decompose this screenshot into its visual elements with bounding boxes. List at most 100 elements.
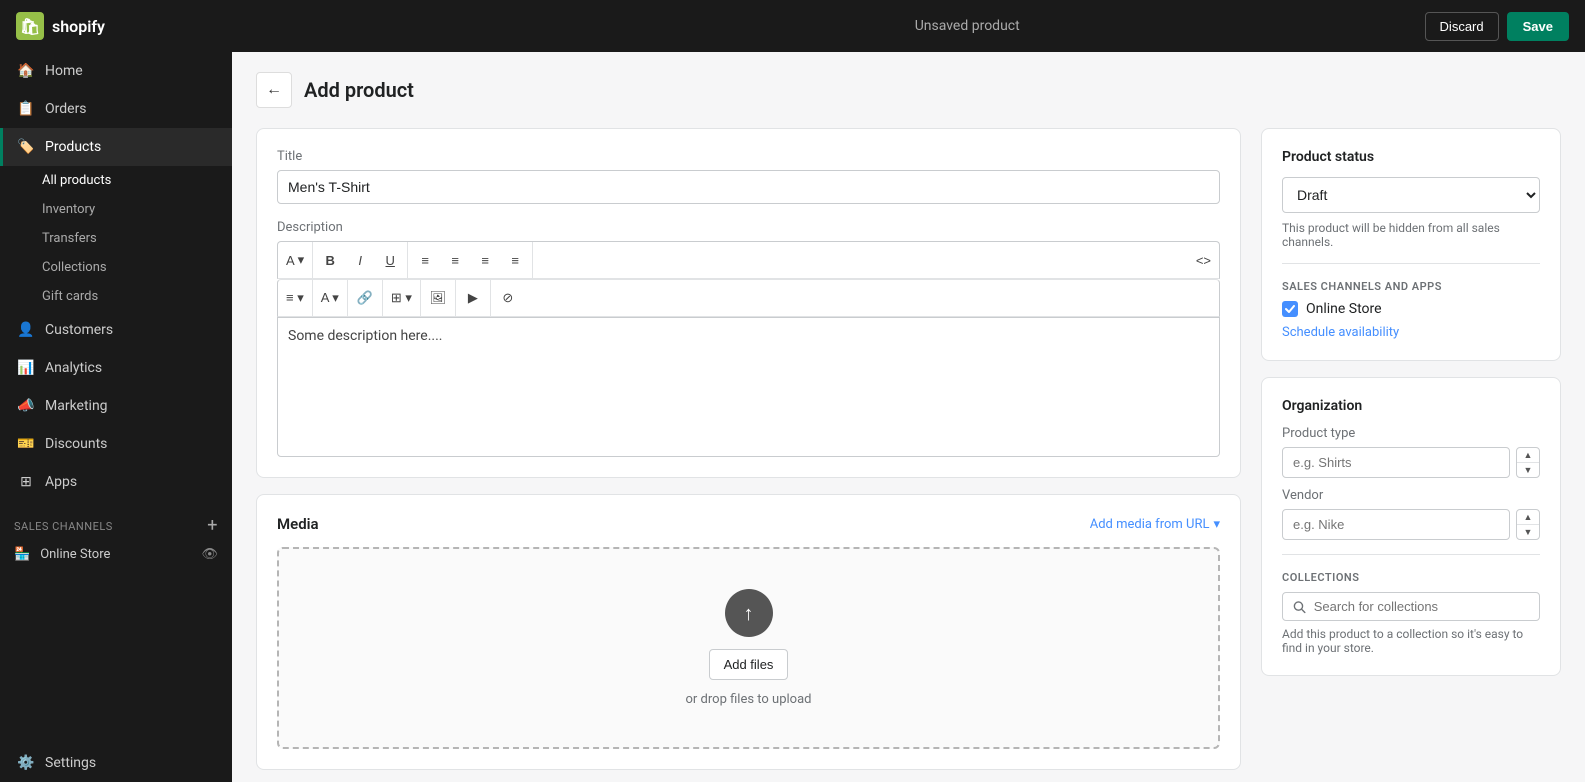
- sidebar-item-marketing[interactable]: 📣 Marketing: [0, 387, 232, 425]
- add-sales-channel-button[interactable]: +: [207, 517, 218, 535]
- sidebar-sublabel-all-products: All products: [42, 173, 111, 188]
- link-button[interactable]: 🔗: [350, 284, 380, 312]
- sidebar: 🏠 Home 📋 Orders 🏷️ Products All products…: [0, 52, 232, 782]
- top-navigation: 🛍 shopify Unsaved product Discard Save: [0, 0, 1585, 52]
- product-type-input[interactable]: [1282, 447, 1510, 478]
- check-icon: [1285, 305, 1295, 313]
- vendor-stepper-down[interactable]: ▼: [1517, 525, 1539, 539]
- sales-channels-label: SALES CHANNELS: [14, 520, 113, 533]
- sidebar-item-products[interactable]: 🏷️ Products: [0, 128, 232, 166]
- product-status-title: Product status: [1282, 149, 1540, 165]
- add-files-button[interactable]: Add files: [709, 649, 789, 680]
- collections-search[interactable]: [1282, 592, 1540, 621]
- vendor-row: ▲ ▼: [1282, 509, 1540, 540]
- product-status-card: Product status Draft Active This product…: [1261, 128, 1561, 361]
- color-button[interactable]: A ▾: [315, 284, 345, 312]
- collections-hint: Add this product to a collection so it's…: [1282, 627, 1540, 655]
- save-button[interactable]: Save: [1507, 12, 1569, 41]
- media-title: Media: [277, 515, 319, 533]
- toolbar-group-font: A ▾: [278, 242, 313, 278]
- product-type-row: ▲ ▼: [1282, 447, 1540, 478]
- sidebar-label-settings: Settings: [45, 755, 96, 771]
- sidebar-item-discounts[interactable]: 🎫 Discounts: [0, 425, 232, 463]
- editor-toolbar-row1: A ▾ B I U ≡ ≡: [277, 241, 1220, 279]
- org-divider: [1282, 554, 1540, 555]
- vendor-stepper[interactable]: ▲ ▼: [1516, 509, 1540, 540]
- content-grid: Title Description A ▾: [256, 128, 1561, 782]
- stepper-up[interactable]: ▲: [1517, 448, 1539, 463]
- align-center-button[interactable]: ≡: [440, 246, 470, 274]
- online-store-label: Online Store: [40, 547, 110, 562]
- sidebar-subitem-transfers[interactable]: Transfers: [0, 224, 232, 253]
- editor-toolbar-row2: ≡ ▾ A ▾ 🔗 ⊞ ▾ �: [277, 279, 1220, 317]
- font-label: A: [286, 253, 295, 268]
- underline-button[interactable]: U: [375, 246, 405, 274]
- marketing-icon: 📣: [17, 397, 35, 415]
- title-input[interactable]: [277, 170, 1220, 204]
- font-dropdown-arrow: ▾: [298, 252, 305, 268]
- sidebar-item-home[interactable]: 🏠 Home: [0, 52, 232, 90]
- sidebar-subitem-collections[interactable]: Collections: [0, 253, 232, 282]
- code-button[interactable]: <>: [1190, 246, 1217, 274]
- schedule-availability-link[interactable]: Schedule availability: [1282, 325, 1399, 340]
- organization-title: Organization: [1282, 398, 1540, 414]
- clear-format-button[interactable]: ⊘: [493, 284, 523, 312]
- vendor-stepper-up[interactable]: ▲: [1517, 510, 1539, 525]
- page-unsaved-title: Unsaved product: [915, 18, 1020, 34]
- align-right-button[interactable]: ≡: [470, 246, 500, 274]
- text-align-button[interactable]: ≡ ▾: [280, 284, 310, 312]
- sidebar-bottom: ⚙️ Settings: [0, 744, 232, 782]
- home-icon: 🏠: [17, 62, 35, 80]
- online-store-checkbox-row: Online Store: [1282, 301, 1540, 317]
- discounts-icon: 🎫: [17, 435, 35, 453]
- description-editor[interactable]: Some description here....: [277, 317, 1220, 457]
- font-button[interactable]: A ▾: [280, 246, 310, 274]
- discard-button[interactable]: Discard: [1425, 12, 1499, 41]
- stepper-down[interactable]: ▼: [1517, 463, 1539, 477]
- italic-button[interactable]: I: [345, 246, 375, 274]
- media-drop-zone[interactable]: ↑ Add files or drop files to upload: [277, 547, 1220, 749]
- sidebar-label-marketing: Marketing: [45, 398, 108, 414]
- sidebar-item-analytics[interactable]: 📊 Analytics: [0, 349, 232, 387]
- product-type-stepper[interactable]: ▲ ▼: [1516, 447, 1540, 478]
- toolbar-group-table: ⊞ ▾: [383, 280, 421, 316]
- add-media-from-url-link[interactable]: Add media from URL ▾: [1090, 517, 1220, 532]
- collections-search-input[interactable]: [1314, 599, 1529, 614]
- eye-icon: 👁: [201, 547, 218, 562]
- sales-channels-section: SALES CHANNELS +: [0, 501, 232, 539]
- sidebar-label-analytics: Analytics: [45, 360, 102, 376]
- customers-icon: 👤: [17, 321, 35, 339]
- sidebar-online-store[interactable]: 🏪 Online Store 👁: [0, 539, 232, 570]
- align-justify-button[interactable]: ≡: [500, 246, 530, 274]
- sidebar-subitem-inventory[interactable]: Inventory: [0, 195, 232, 224]
- toolbar-group-image: 🖼: [421, 280, 456, 316]
- product-type-label: Product type: [1282, 426, 1540, 441]
- product-status-select[interactable]: Draft Active: [1282, 177, 1540, 213]
- sidebar-item-orders[interactable]: 📋 Orders: [0, 90, 232, 128]
- right-column: Product status Draft Active This product…: [1261, 128, 1561, 692]
- online-store-checkbox-label: Online Store: [1306, 301, 1382, 317]
- collections-section-label: COLLECTIONS: [1282, 571, 1540, 584]
- toolbar-group-code: <>: [1188, 242, 1219, 278]
- back-button[interactable]: ←: [256, 72, 292, 108]
- title-description-card: Title Description A ▾: [256, 128, 1241, 478]
- bold-button[interactable]: B: [315, 246, 345, 274]
- app-body: 🏠 Home 📋 Orders 🏷️ Products All products…: [0, 52, 1585, 782]
- sidebar-subitem-all-products[interactable]: All products: [0, 166, 232, 195]
- sidebar-item-apps[interactable]: ⊞ Apps: [0, 463, 232, 501]
- table-button[interactable]: ⊞ ▾: [385, 284, 418, 312]
- sidebar-label-products: Products: [45, 139, 101, 155]
- sidebar-subitem-gift-cards[interactable]: Gift cards: [0, 282, 232, 311]
- logo-text: shopify: [52, 17, 105, 36]
- sidebar-item-customers[interactable]: 👤 Customers: [0, 311, 232, 349]
- toolbar-group-align: ≡ ≡ ≡ ≡: [408, 242, 533, 278]
- main-content: ← Add product Title Description: [232, 52, 1585, 782]
- analytics-icon: 📊: [17, 359, 35, 377]
- settings-icon: ⚙️: [17, 754, 35, 772]
- image-button[interactable]: 🖼: [423, 284, 453, 312]
- video-button[interactable]: ▶: [458, 284, 488, 312]
- online-store-checkbox[interactable]: [1282, 301, 1298, 317]
- vendor-input[interactable]: [1282, 509, 1510, 540]
- sidebar-item-settings[interactable]: ⚙️ Settings: [0, 744, 232, 782]
- align-left-button[interactable]: ≡: [410, 246, 440, 274]
